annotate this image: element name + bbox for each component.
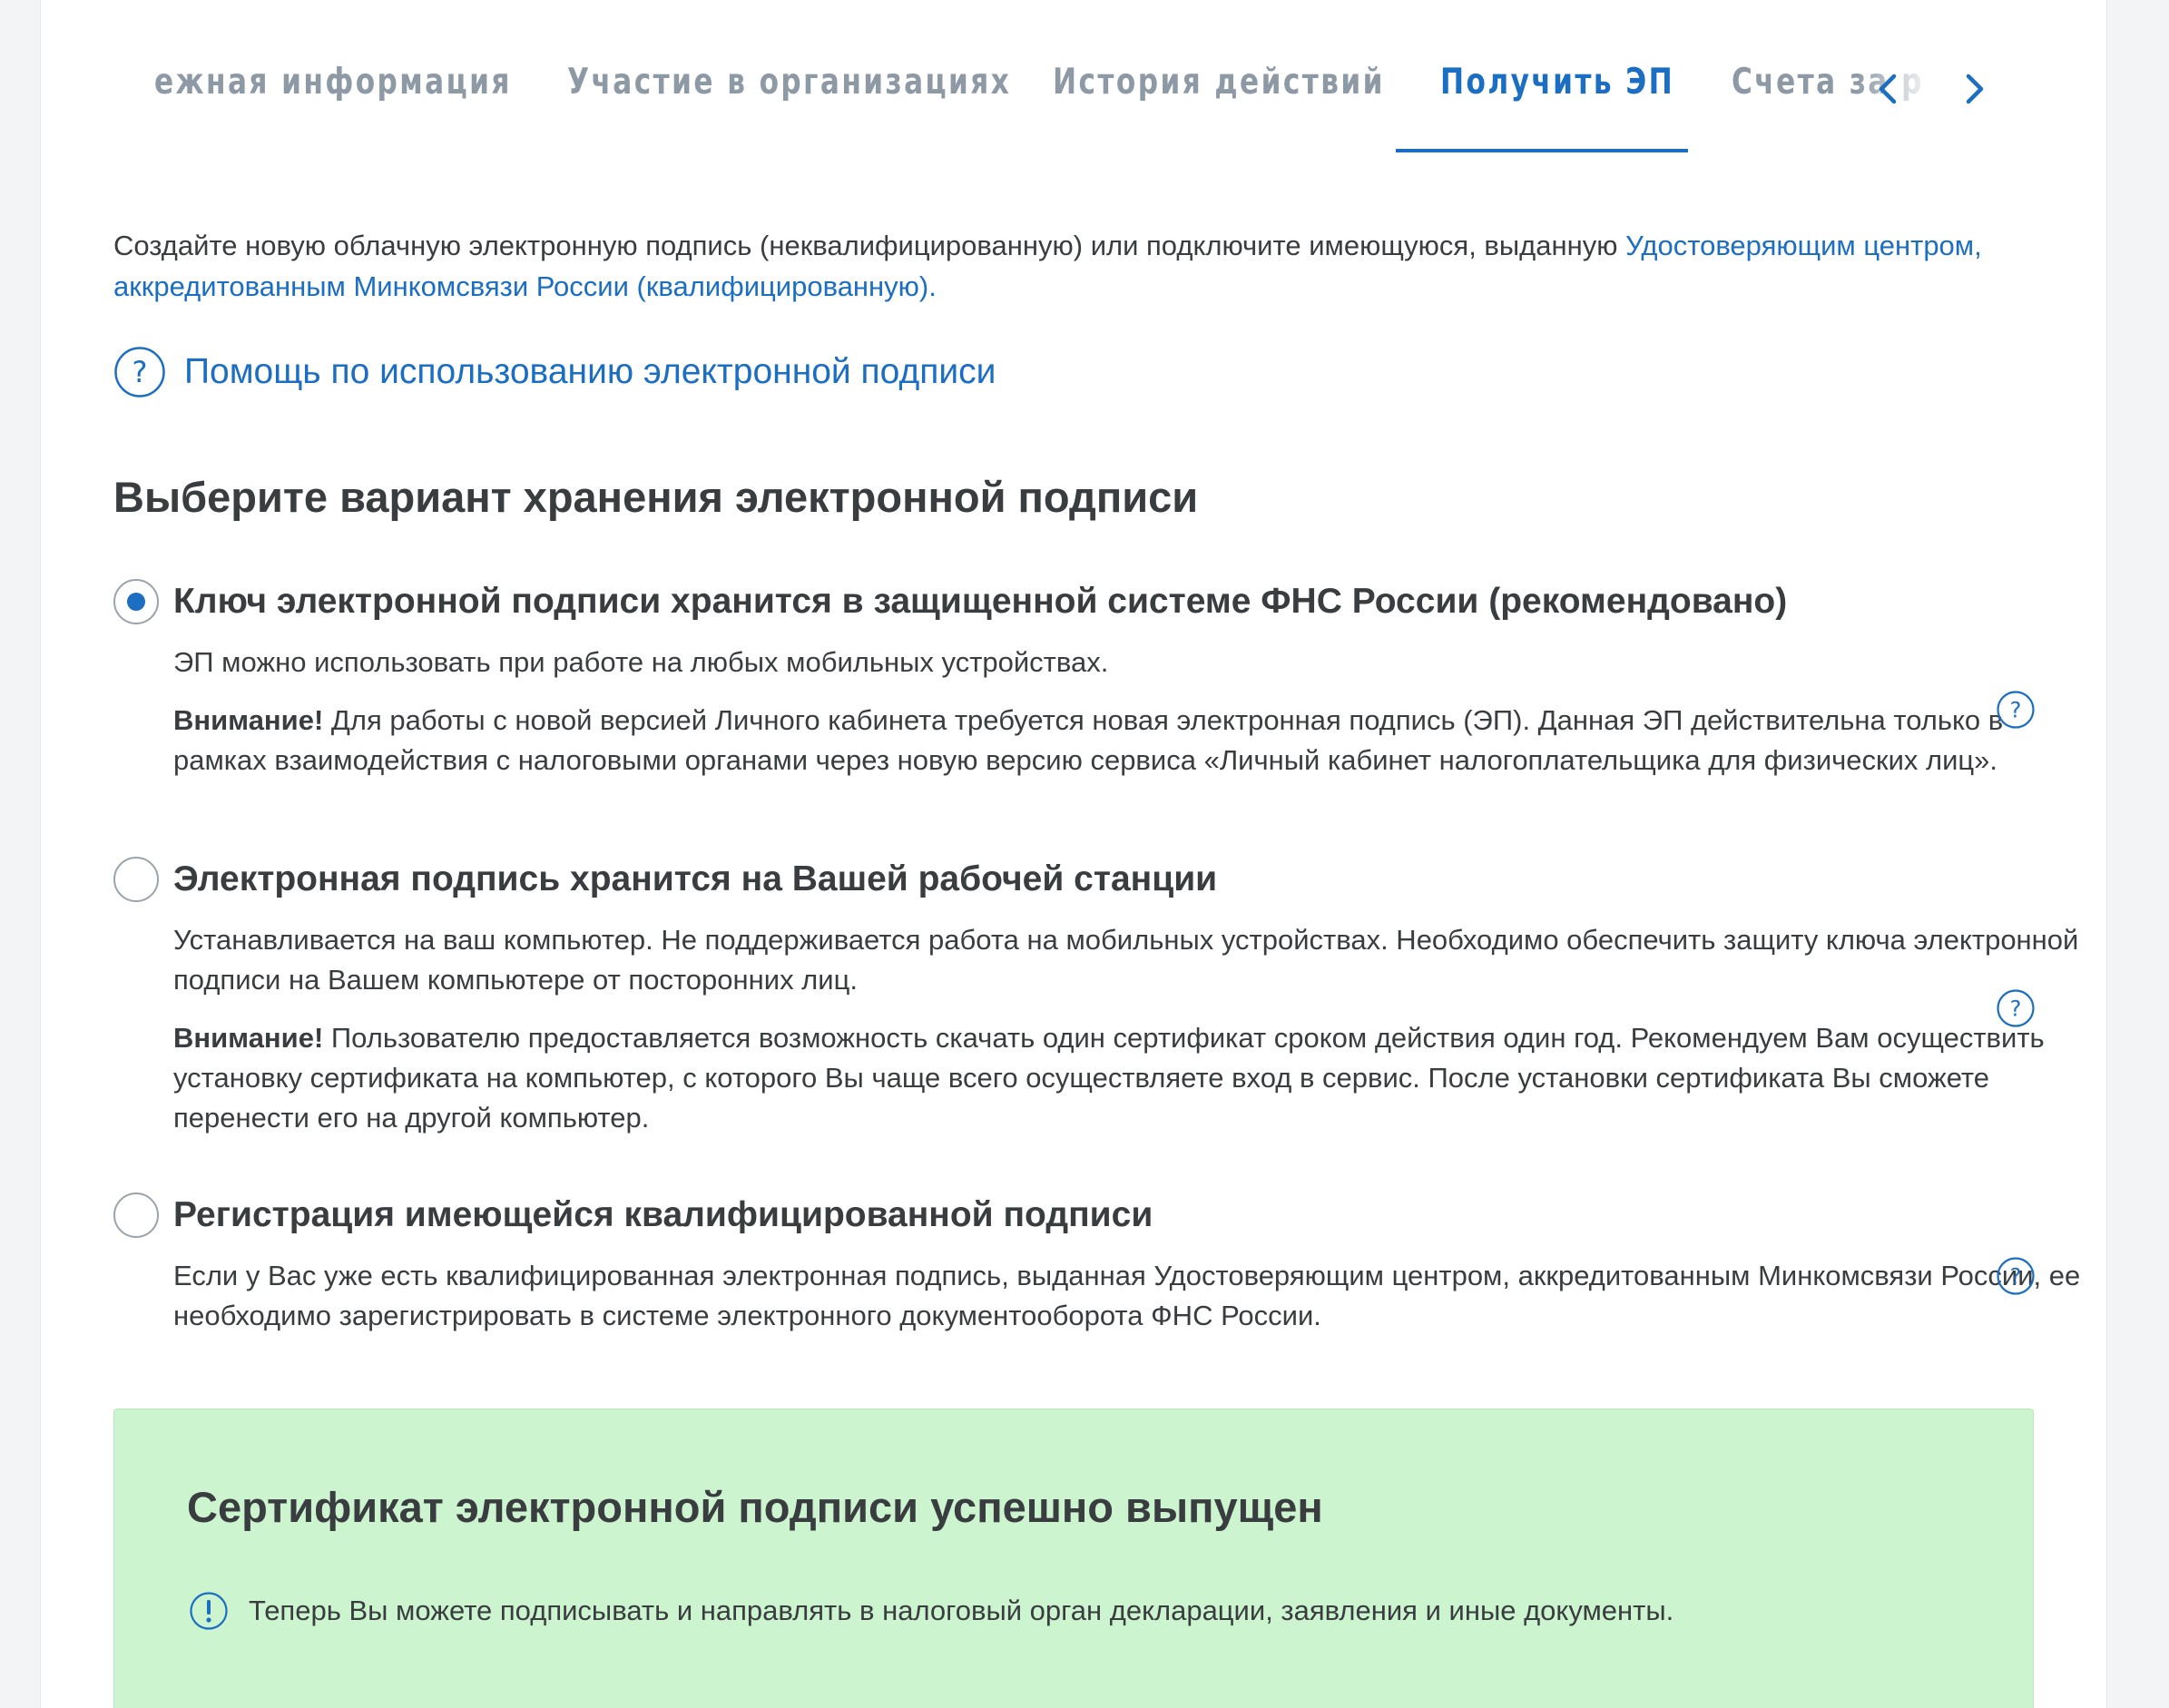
tab-action-history[interactable]: История действий — [1053, 62, 1385, 103]
success-message-row: Теперь Вы можете подписывать и направлят… — [189, 1591, 1673, 1631]
question-circle-icon[interactable]: ? — [1996, 988, 2036, 1028]
option-title: Регистрация имеющейся квалифицированной … — [173, 1195, 1153, 1234]
section-title: Выберите вариант хранения электронной по… — [113, 473, 1199, 521]
chevron-left-icon — [1879, 74, 1897, 104]
option-description: ЭП можно использовать при работе на любы… — [173, 646, 1109, 678]
option-warning: Внимание! Пользователю предоставляется в… — [173, 1018, 2088, 1138]
warning-text: Пользователю предоставляется возможность… — [173, 1022, 2045, 1134]
tab-contact-info[interactable]: ежная информация — [154, 62, 512, 103]
page-container: ежная информация Участие в организациях … — [40, 0, 2107, 1708]
tab-bar: ежная информация Участие в организациях … — [113, 0, 2046, 154]
question-circle-icon[interactable]: ? — [1996, 1256, 2036, 1296]
warning-label: Внимание! — [173, 1022, 324, 1054]
radio-option-fns[interactable] — [113, 579, 159, 624]
tab-get-signature[interactable]: Получить ЭП — [1440, 62, 1674, 103]
question-circle-icon: ? — [114, 347, 165, 398]
success-panel: Сертификат электронной подписи успешно в… — [113, 1409, 2034, 1708]
option-title: Ключ электронной подписи хранится в защи… — [173, 582, 1788, 621]
active-tab-indicator — [1396, 149, 1688, 152]
intro-paragraph: Создайте новую облачную электронную подп… — [113, 225, 1983, 307]
signature-help-link[interactable]: ? Помощь по использованию электронной по… — [113, 345, 996, 399]
option-warning: Внимание! Для работы с новой версией Лич… — [173, 701, 2088, 780]
success-message: Теперь Вы можете подписывать и направлят… — [249, 1595, 1674, 1626]
svg-text:?: ? — [132, 355, 148, 389]
tabs-prev-button[interactable] — [1865, 64, 1910, 114]
warning-label: Внимание! — [173, 704, 324, 736]
option-description: Устанавливается на ваш компьютер. Не под… — [173, 924, 2079, 996]
exclamation-circle-icon — [190, 1592, 228, 1630]
success-title: Сертификат электронной подписи успешно в… — [187, 1483, 1323, 1531]
question-circle-icon[interactable]: ? — [1996, 690, 2036, 730]
option-description: Если у Вас уже есть квалифицированная эл… — [173, 1260, 2081, 1331]
tabs-next-button[interactable] — [1952, 64, 1997, 114]
radio-option-workstation[interactable] — [113, 857, 159, 902]
svg-text:?: ? — [2010, 1264, 2022, 1290]
intro-text: Создайте новую облачную электронную подп… — [113, 230, 1626, 261]
help-link-label: Помощь по использованию электронной подп… — [184, 352, 996, 391]
storage-option-workstation: Электронная подпись хранится на Вашей ра… — [113, 857, 2078, 1147]
tab-organizations[interactable]: Участие в организациях — [567, 62, 1011, 103]
chevron-right-icon — [1966, 74, 1984, 104]
svg-text:?: ? — [2010, 996, 2022, 1022]
radio-option-qualified[interactable] — [113, 1193, 159, 1238]
svg-text:?: ? — [2010, 698, 2022, 723]
warning-text: Для работы с новой версией Личного кабин… — [173, 704, 2004, 776]
option-title: Электронная подпись хранится на Вашей ра… — [173, 859, 1218, 898]
storage-option-fns: Ключ электронной подписи хранится в защи… — [113, 579, 2074, 815]
storage-option-qualified: Регистрация имеющейся квалифицированной … — [113, 1193, 2080, 1338]
